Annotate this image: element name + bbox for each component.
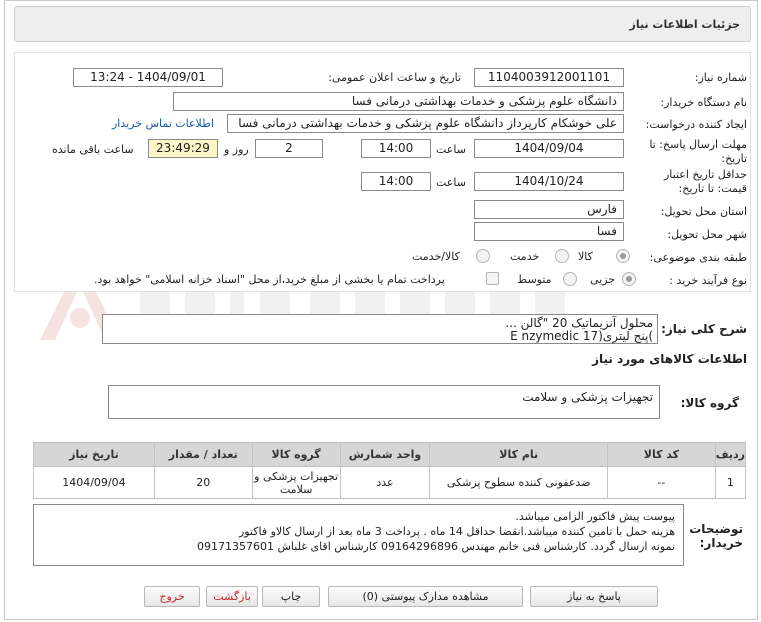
deadline-date-field[interactable]: 1404/09/04	[474, 139, 624, 158]
announce-date-field[interactable]: 1404/09/01 - 13:24	[73, 68, 223, 87]
cell-item-code: --	[607, 466, 716, 499]
days-remaining-field[interactable]: 2	[255, 139, 323, 158]
deadline-label-line2: تاریخ:	[721, 152, 747, 165]
province-label: استان محل تحویل:	[660, 205, 747, 218]
province-field[interactable]: فارس	[474, 200, 624, 219]
process-option-minor: جزیی	[590, 273, 616, 286]
summary-label: شرح کلی نیاز:	[661, 322, 747, 336]
summary-line-2: )پنج لیتری(17 E nzymedic	[510, 329, 653, 343]
goods-group-label: گروه کالا:	[680, 396, 739, 410]
print-button[interactable]: چاپ	[262, 586, 320, 607]
deadline-label-line1: مهلت ارسال پاسخ: تا	[649, 138, 747, 151]
reply-button[interactable]: پاسخ به نیاز	[530, 586, 658, 607]
city-field[interactable]: فسا	[474, 222, 624, 241]
goods-group-field[interactable]: تجهیزات پزشکی و سلامت	[108, 385, 660, 419]
treasury-note: پرداخت تمام یا بخشی از مبلغ خرید،از محل …	[94, 273, 445, 286]
items-table: ردیف کد کالا نام کالا واحد شمارش گروه کا…	[33, 442, 747, 499]
category-radio-goods-service[interactable]	[476, 249, 490, 263]
category-radio-goods[interactable]	[616, 249, 630, 263]
category-label: طبقه بندی موضوعی:	[649, 251, 747, 264]
col-unit: واحد شمارش	[339, 442, 431, 467]
cell-quantity: 20	[153, 466, 253, 499]
buyer-contact-link[interactable]: اطلاعات تماس خریدار	[112, 117, 214, 130]
cell-unit: عدد	[339, 466, 431, 499]
buyer-notes-label-line1: توضیحات	[689, 522, 743, 536]
announce-date-label: تاریخ و ساعت اعلان عمومی:	[328, 71, 461, 84]
validity-time-label: ساعت	[436, 176, 466, 189]
items-table-header: ردیف کد کالا نام کالا واحد شمارش گروه کا…	[33, 442, 747, 467]
validity-date-field[interactable]: 1404/10/24	[474, 172, 624, 191]
col-item-name: نام کالا	[429, 442, 609, 467]
validity-label-line2: قیمت: تا تاریخ:	[678, 182, 747, 195]
city-label: شهر محل تحویل:	[667, 228, 747, 241]
category-option-goods-service: کالا/خدمت	[412, 250, 460, 263]
cell-item-group: تجهیزات پزشکی و سلامت	[251, 466, 341, 499]
cell-item-name: ضدعفونی کننده سطوح پزشکی	[429, 466, 609, 499]
category-option-service: خدمت	[510, 250, 540, 263]
col-item-code: کد کالا	[607, 442, 716, 467]
category-radio-service[interactable]	[555, 249, 569, 263]
process-radio-minor[interactable]	[622, 272, 636, 286]
need-number-field[interactable]: 1104003912001101	[474, 68, 624, 87]
page-title: جزئیات اطلاعات نیاز	[629, 18, 741, 31]
creator-field[interactable]: علی خوشکام کارپرداز دانشگاه علوم پزشکی و…	[227, 114, 624, 133]
process-radio-medium[interactable]	[563, 272, 577, 286]
goods-group-value: تجهیزات پزشکی و سلامت	[522, 390, 653, 404]
creator-label: ایجاد کننده درخواست:	[645, 118, 747, 131]
remaining-time-label: ساعت باقی مانده	[52, 143, 134, 156]
deadline-time-label: ساعت	[436, 143, 466, 156]
buyer-notes-field[interactable]: پیوست پیش فاکتور الزامی میباشد. هزینه حم…	[33, 504, 684, 566]
deadline-time-field[interactable]: 14:00	[361, 139, 431, 158]
process-option-medium: متوسط	[517, 273, 552, 286]
cell-need-date: 1404/09/04	[33, 466, 155, 499]
remaining-time-field: 23:49:29	[148, 139, 218, 158]
days-label: روز و	[224, 143, 249, 156]
table-row[interactable]: 1 -- ضدعفونی کننده سطوح پزشکی عدد تجهیزا…	[33, 466, 747, 499]
goods-section-title: اطلاعات کالاهای مورد نیاز	[592, 352, 747, 366]
category-option-goods: کالا	[578, 250, 593, 263]
col-row-number: ردیف	[714, 442, 747, 467]
back-button[interactable]: بازگشت	[206, 586, 258, 607]
validity-label-line1: حداقل تاریخ اعتبار	[663, 168, 747, 181]
process-label: نوع فرآیند خرید :	[669, 274, 747, 287]
col-need-date: تاریخ نیاز	[33, 442, 155, 467]
buyer-notes-line-3: نمونه ارسال گردد. کارشناس فنی خانم مهندس…	[197, 540, 675, 553]
need-number-label: شماره نیاز:	[694, 71, 747, 84]
buyer-notes-line-2: هزینه حمل با تامین کننده میباشد.انقضا حد…	[238, 525, 675, 538]
buyer-org-label: نام دستگاه خریدار:	[660, 96, 747, 109]
buyer-notes-label-line2: خریدار:	[699, 536, 743, 550]
col-item-group: گروه کالا	[251, 442, 341, 467]
page-header: جزئیات اطلاعات نیاز	[14, 6, 751, 42]
buyer-notes-line-1: پیوست پیش فاکتور الزامی میباشد.	[515, 510, 675, 523]
attachments-button[interactable]: مشاهده مدارک پیوستی (0)	[328, 586, 523, 607]
exit-button[interactable]: خروج	[144, 586, 200, 607]
cell-row-number: 1	[714, 466, 747, 499]
summary-field[interactable]: محلول آنزیماتیک 20 "گالن ... )پنج لیتری(…	[102, 314, 658, 344]
col-quantity: تعداد / مقدار	[153, 442, 253, 467]
treasury-checkbox[interactable]	[486, 272, 499, 285]
buyer-org-field[interactable]: دانشگاه علوم پزشکی و خدمات بهداشتی درمان…	[173, 92, 624, 111]
validity-time-field[interactable]: 14:00	[361, 172, 431, 191]
